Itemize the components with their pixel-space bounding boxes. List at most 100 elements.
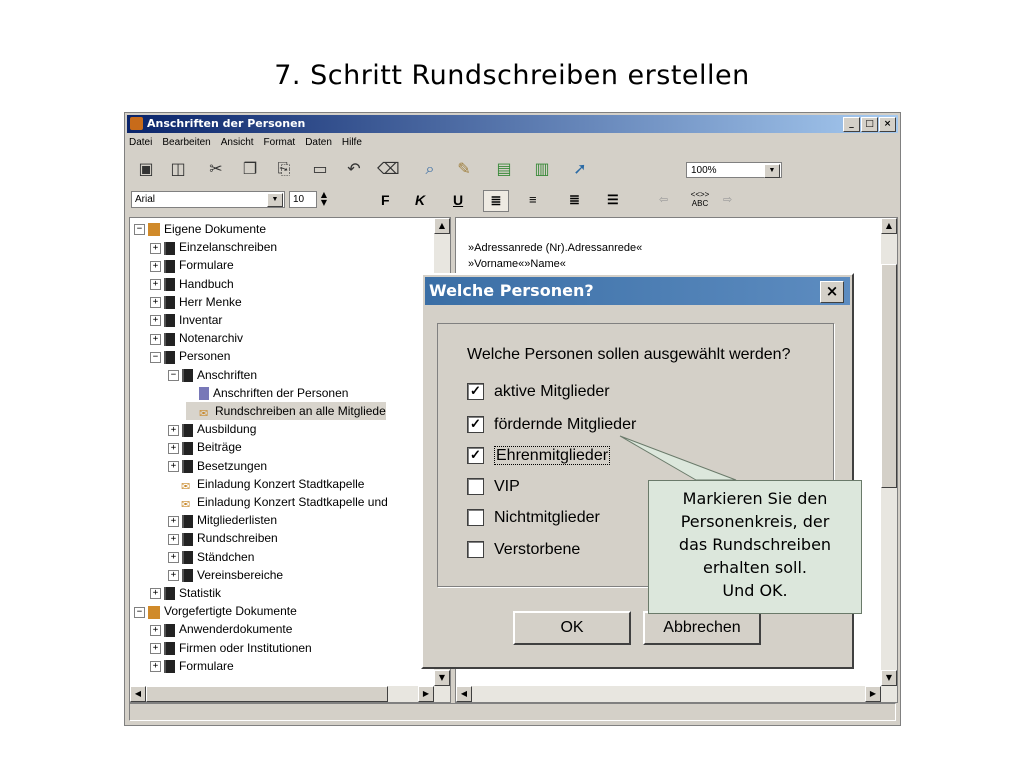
italic-button[interactable]: K — [415, 190, 425, 210]
font-select[interactable]: Arial ▼ — [131, 191, 285, 208]
expand-icon[interactable]: + — [150, 642, 161, 654]
tree-item[interactable]: + Einzelanschreiben — [150, 238, 277, 256]
tree-item[interactable]: + Herr Menke — [150, 293, 242, 311]
font-size-input[interactable]: 10 — [289, 191, 317, 208]
chevron-down-icon[interactable]: ▼ — [764, 164, 780, 178]
tree-item[interactable]: + Vereinsbereiche — [168, 566, 283, 584]
checkbox-foerdernde-mitglieder[interactable]: ✓ fördernde Mitglieder — [467, 415, 636, 435]
edit-icon[interactable]: ✎ — [453, 159, 475, 179]
tree-item[interactable]: − Personen — [150, 347, 230, 365]
expand-icon[interactable]: + — [150, 333, 161, 345]
scroll-down-icon[interactable]: ▼ — [881, 670, 897, 686]
collapse-icon[interactable]: − — [168, 369, 179, 381]
expand-icon[interactable]: + — [168, 515, 179, 527]
checkbox-box[interactable]: ✓ — [467, 383, 484, 401]
bold-button[interactable]: F — [381, 190, 390, 210]
tree-item[interactable]: − Eigene Dokumente — [134, 220, 266, 238]
chevron-down-icon[interactable]: ▼ — [267, 193, 283, 207]
align-right-icon[interactable]: ≣ — [569, 190, 580, 210]
doc-horizontal-scrollbar[interactable]: ◀ ▶ — [456, 686, 897, 702]
expand-icon[interactable]: + — [150, 278, 161, 290]
expand-icon[interactable]: + — [150, 297, 161, 309]
menu-format[interactable]: Format — [264, 135, 296, 151]
tree-item[interactable]: Anschriften der Personen — [186, 384, 348, 402]
font-size-spinner[interactable]: ▲ ▼ — [319, 191, 329, 208]
export-icon[interactable]: ➚ — [569, 159, 591, 179]
tree-item[interactable]: + Anwenderdokumente — [150, 620, 292, 638]
expand-icon[interactable]: + — [150, 661, 161, 673]
scroll-down-icon[interactable]: ▼ — [434, 670, 450, 686]
tree-item[interactable]: ✉ Rundschreiben an alle Mitgliede — [186, 402, 386, 420]
save-icon[interactable]: ▣ — [135, 159, 157, 179]
expand-icon[interactable]: + — [150, 260, 161, 272]
dialog-close-button[interactable]: × — [820, 281, 844, 303]
tree-item[interactable]: + Besetzungen — [168, 457, 267, 475]
scroll-thumb[interactable] — [146, 686, 388, 702]
checkbox-box[interactable] — [467, 478, 484, 496]
tree-item[interactable]: + Ständchen — [168, 548, 254, 566]
scroll-up-icon[interactable]: ▲ — [881, 218, 897, 234]
cancel-button[interactable]: Abbrechen — [643, 611, 761, 645]
next-field-icon[interactable]: ⇨ — [723, 190, 732, 210]
ok-button[interactable]: OK — [513, 611, 631, 645]
checkbox-box[interactable]: ✓ — [467, 416, 484, 434]
minimize-button[interactable]: _ — [843, 117, 860, 132]
scroll-up-icon[interactable]: ▲ — [434, 218, 450, 234]
doc-vertical-scrollbar[interactable]: ▲ ▼ — [881, 218, 897, 686]
tree-item[interactable]: + Beiträge — [168, 438, 242, 456]
checkbox-vip[interactable]: VIP — [467, 477, 520, 497]
menu-datei[interactable]: Datei — [129, 135, 152, 151]
new-icon[interactable]: ▭ — [309, 159, 331, 179]
scroll-right-icon[interactable]: ▶ — [418, 686, 434, 702]
expand-icon[interactable]: + — [168, 442, 179, 454]
print-preview-icon[interactable]: ▤ — [493, 159, 515, 179]
expand-icon[interactable]: + — [168, 460, 179, 472]
expand-icon[interactable]: + — [168, 424, 179, 436]
search-icon[interactable]: ⌕ — [419, 159, 441, 179]
tree-item[interactable]: + Handbuch — [150, 275, 234, 293]
list-icon[interactable]: ☰ — [607, 190, 619, 210]
tree-item[interactable]: ✉ Einladung Konzert Stadtkapelle — [168, 475, 364, 493]
tree-item[interactable]: + Formulare — [150, 657, 234, 675]
trash-icon[interactable]: ⌫ — [377, 159, 400, 179]
expand-icon[interactable]: + — [150, 315, 161, 327]
tree-item[interactable]: + Notenarchiv — [150, 329, 243, 347]
collapse-icon[interactable]: − — [150, 351, 161, 363]
print-icon[interactable]: ▥ — [531, 159, 553, 179]
collapse-icon[interactable]: − — [134, 224, 145, 236]
prev-field-icon[interactable]: ⇦ — [659, 190, 668, 210]
scroll-right-icon[interactable]: ▶ — [865, 686, 881, 702]
menu-bearbeiten[interactable]: Bearbeiten — [162, 135, 210, 151]
expand-icon[interactable]: + — [168, 533, 179, 545]
tree-item[interactable]: − Anschriften — [168, 366, 257, 384]
expand-icon[interactable]: + — [150, 624, 161, 636]
menu-daten[interactable]: Daten — [305, 135, 332, 151]
tree-item[interactable]: + Inventar — [150, 311, 222, 329]
checkbox-nichtmitglieder[interactable]: Nichtmitglieder — [467, 508, 600, 528]
tree-item[interactable]: + Rundschreiben — [168, 529, 278, 547]
menu-ansicht[interactable]: Ansicht — [221, 135, 254, 151]
expand-icon[interactable]: + — [150, 588, 161, 600]
cut-icon[interactable]: ✂ — [205, 159, 227, 179]
expand-icon[interactable]: + — [168, 551, 179, 563]
checkbox-box[interactable] — [467, 509, 484, 527]
doc-field-line[interactable]: »Vorname«»Name« — [468, 258, 566, 270]
tree-item[interactable]: + Mitgliederlisten — [168, 511, 277, 529]
expand-icon[interactable]: + — [150, 242, 161, 254]
paste-icon[interactable]: ⎘ — [273, 159, 295, 179]
menu-hilfe[interactable]: Hilfe — [342, 135, 362, 151]
checkbox-box[interactable] — [467, 541, 484, 559]
undo-icon[interactable]: ↶ — [343, 159, 365, 179]
checkbox-verstorbene[interactable]: Verstorbene — [467, 540, 580, 560]
doc-field-line[interactable]: »Adressanrede (Nr).Adressanrede« — [468, 242, 642, 254]
collapse-icon[interactable]: − — [134, 606, 145, 618]
maximize-button[interactable]: □ — [861, 117, 878, 132]
dialog-titlebar[interactable]: Welche Personen? × — [425, 277, 850, 305]
tree-item[interactable]: − Vorgefertigte Dokumente — [134, 602, 297, 620]
zoom-select[interactable]: 100% ▼ — [686, 162, 782, 178]
scroll-left-icon[interactable]: ◀ — [130, 686, 146, 702]
tree-item[interactable]: + Firmen oder Institutionen — [150, 639, 312, 657]
copy-icon[interactable]: ❐ — [239, 159, 261, 179]
tree-item[interactable]: + Statistik — [150, 584, 221, 602]
scroll-left-icon[interactable]: ◀ — [456, 686, 472, 702]
